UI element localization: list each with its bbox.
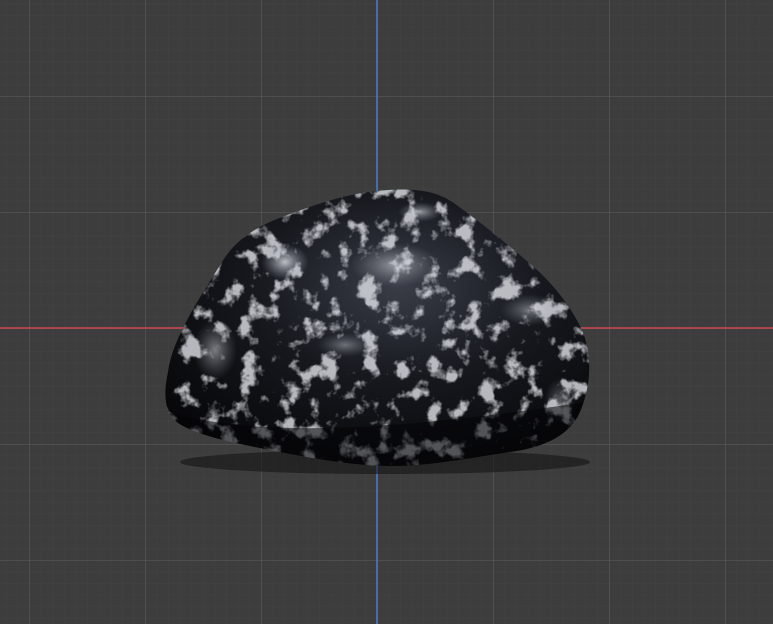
rock-mesh-object[interactable] — [0, 0, 773, 624]
rock-highlight — [350, 243, 440, 287]
rock-highlight — [193, 320, 237, 380]
rock-highlight — [500, 294, 560, 326]
rock-highlight — [261, 244, 309, 280]
rock-highlight — [317, 333, 373, 357]
rock-highlight — [398, 202, 442, 222]
3d-viewport[interactable] — [0, 0, 773, 624]
